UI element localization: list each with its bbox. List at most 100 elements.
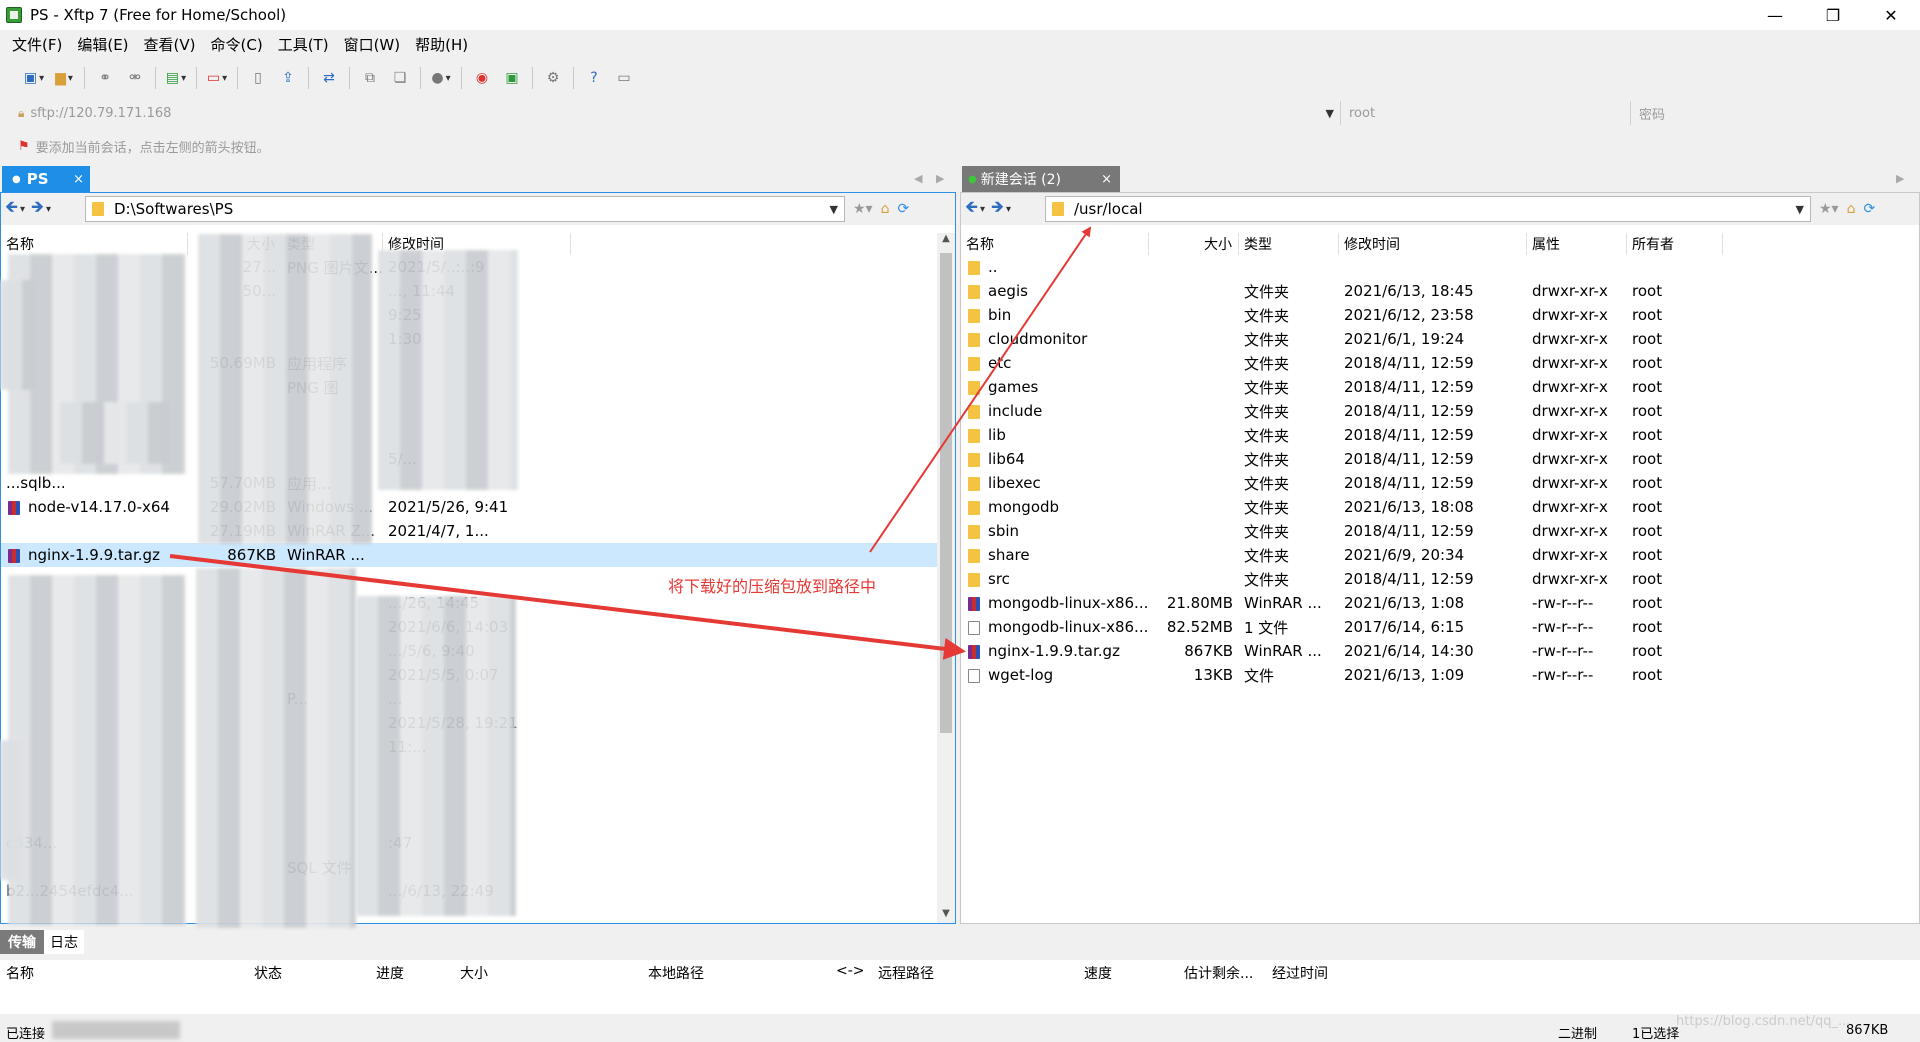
col-modified[interactable]: 修改时间 xyxy=(1339,233,1527,255)
parent-folder-icon[interactable]: ⌂ xyxy=(1847,201,1856,217)
xfer-col-progress[interactable]: 进度 xyxy=(376,963,404,983)
table-row[interactable]: share 文件夹 2021/6/9, 20:34 drwxr-xr-x root xyxy=(961,543,1919,567)
bookmark-icon[interactable]: ⚑ xyxy=(18,139,30,154)
back-dropdown-icon[interactable]: ▾ xyxy=(980,204,985,215)
back-arrow-icon[interactable]: 🡸 xyxy=(965,196,978,223)
col-type[interactable]: 类型 xyxy=(1239,233,1339,255)
table-row[interactable]: games 文件夹 2018/4/11, 12:59 drwxr-xr-x root xyxy=(961,375,1919,399)
menu-tools[interactable]: 工具(T) xyxy=(278,34,329,55)
remote-path-input[interactable]: /usr/local ▼ xyxy=(1045,196,1811,222)
connect-icon[interactable]: ⚭ xyxy=(95,68,115,88)
password-input[interactable]: 密码 xyxy=(1630,101,1910,125)
table-row[interactable]: cloudmonitor 文件夹 2021/6/1, 19:24 drwxr-xr-x… xyxy=(961,327,1919,351)
table-row[interactable]: nginx-1.9.9.tar.gz 867KB WinRAR ... xyxy=(1,543,955,567)
table-row[interactable]: include 文件夹 2018/4/11, 12:59 drwxr-xr-x root xyxy=(961,399,1919,423)
xfer-col-elapsed[interactable]: 经过时间 xyxy=(1272,963,1328,983)
open-folder-icon[interactable]: ▆ xyxy=(54,68,74,88)
scroll-thumb[interactable] xyxy=(940,253,952,733)
new-tab-icon[interactable]: ▤ xyxy=(166,68,186,88)
table-row[interactable]: src 文件夹 2018/4/11, 12:59 drwxr-xr-x root xyxy=(961,567,1919,591)
tab-new-session[interactable]: ● 新建会话 (2) × xyxy=(962,166,1120,192)
menu-view[interactable]: 查看(V) xyxy=(144,34,196,55)
xfer-col-size[interactable]: 大小 xyxy=(460,963,488,983)
table-row[interactable]: etc 文件夹 2018/4/11, 12:59 drwxr-xr-x root xyxy=(961,351,1919,375)
menu-edit[interactable]: 编辑(E) xyxy=(77,34,128,55)
xfer-col-local-path[interactable]: 本地路径 xyxy=(648,963,704,983)
parent-folder-icon[interactable]: ⌂ xyxy=(881,201,890,217)
sync-transfer-icon[interactable]: ⇄ xyxy=(319,68,339,88)
scroll-down-icon[interactable]: ▼ xyxy=(937,908,955,919)
forward-arrow-icon[interactable]: 🡺 xyxy=(31,196,44,223)
favorite-star-icon[interactable]: ★▾ xyxy=(853,201,873,217)
new-file-icon[interactable]: ▯ xyxy=(248,68,268,88)
table-row[interactable]: node-v14.17.0-x6429.02MBWindows ...2021/… xyxy=(1,495,955,519)
local-vertical-scrollbar[interactable]: ▲ ▼ xyxy=(937,233,955,923)
scroll-up-icon[interactable]: ▲ xyxy=(937,233,955,244)
disconnect-icon[interactable]: ⚮ xyxy=(125,68,145,88)
favorite-star-icon[interactable]: ★▾ xyxy=(1819,201,1839,217)
local-path-input[interactable]: D:\Softwares\PS ▼ xyxy=(85,196,845,222)
settings-gear-icon[interactable]: ⚙ xyxy=(543,68,563,88)
col-owner[interactable]: 所有者 xyxy=(1627,233,1723,255)
table-row[interactable]: mongodb-linux-x86... 82.52MB 1 文件 2017/6/14… xyxy=(961,615,1919,639)
table-row[interactable]: mongodb-linux-x86... 21.80MB WinRAR ... 202… xyxy=(961,591,1919,615)
table-row[interactable]: nginx-1.9.9.tar.gz 867KB WinRAR ... 2021/6/… xyxy=(961,639,1919,663)
back-dropdown-icon[interactable]: ▾ xyxy=(20,204,25,215)
refresh-icon[interactable]: ⟳ xyxy=(1863,201,1875,217)
menu-file[interactable]: 文件(F) xyxy=(12,34,62,55)
table-row[interactable]: lib 文件夹 2018/4/11, 12:59 drwxr-xr-x root xyxy=(961,423,1919,447)
menu-command[interactable]: 命令(C) xyxy=(211,34,263,55)
tab-log[interactable]: 日志 xyxy=(44,930,84,954)
xfer-col-remote-path[interactable]: 远程路径 xyxy=(878,963,934,983)
tab-close-icon[interactable]: × xyxy=(73,172,84,187)
paste-icon[interactable]: ❏ xyxy=(390,68,410,88)
host-dropdown-icon[interactable]: ▼ xyxy=(1326,107,1334,120)
xshell-icon[interactable]: ◉ xyxy=(472,68,492,88)
path-dropdown-icon[interactable]: ▼ xyxy=(830,203,838,216)
xfer-col-speed[interactable]: 速度 xyxy=(1084,963,1112,983)
col-size[interactable]: 大小 xyxy=(1149,233,1239,255)
table-row[interactable]: aegis 文件夹 2021/6/13, 18:45 drwxr-xr-x root xyxy=(961,279,1919,303)
maximize-button[interactable]: ❐ xyxy=(1804,0,1862,30)
xfer-col-status[interactable]: 状态 xyxy=(254,963,282,983)
menu-window[interactable]: 窗口(W) xyxy=(344,34,401,55)
close-button[interactable]: ✕ xyxy=(1862,0,1920,30)
table-row[interactable]: libexec 文件夹 2018/4/11, 12:59 drwxr-xr-x root xyxy=(961,471,1919,495)
refresh-icon[interactable]: ⟳ xyxy=(897,201,909,217)
tab-transfer[interactable]: 传输 xyxy=(0,930,44,954)
forward-dropdown-icon[interactable]: ▾ xyxy=(1006,204,1011,215)
tab-scroll-left-icon[interactable]: ◀ xyxy=(914,172,922,185)
back-arrow-icon[interactable]: 🡸 xyxy=(5,196,18,223)
globe-icon[interactable]: ● xyxy=(431,68,451,88)
xfer-col-name[interactable]: 名称 xyxy=(6,963,34,983)
col-name[interactable]: 名称 xyxy=(1,233,188,255)
xfer-col-direction[interactable]: <-> xyxy=(836,963,865,979)
copy-icon[interactable]: ⧉ xyxy=(360,68,380,88)
host-input[interactable]: 🔒︎ sftp://120.79.171.168 ▼ xyxy=(10,101,1340,125)
table-row[interactable]: .. xyxy=(961,255,1919,279)
username-input[interactable]: root xyxy=(1340,101,1630,125)
table-row[interactable]: wget-log 13KB 文件 2021/6/13, 1:09 -rw-r--r-- r… xyxy=(961,663,1919,687)
forward-dropdown-icon[interactable]: ▾ xyxy=(46,204,51,215)
help-icon[interactable]: ? xyxy=(584,68,604,88)
xftp-icon[interactable]: ▣ xyxy=(502,68,522,88)
table-row[interactable]: bin 文件夹 2021/6/12, 23:58 drwxr-xr-x root xyxy=(961,303,1919,327)
tab-scroll-right-icon[interactable]: ▶ xyxy=(1896,172,1904,185)
forward-arrow-icon[interactable]: 🡺 xyxy=(991,196,1004,223)
tab-close-icon[interactable]: × xyxy=(1101,172,1112,187)
xfer-col-remaining[interactable]: 估计剩余... xyxy=(1184,963,1253,983)
new-session-icon[interactable]: ▣ xyxy=(24,68,44,88)
tab-scroll-right-icon[interactable]: ▶ xyxy=(936,172,944,185)
terminal-icon[interactable]: ▭ xyxy=(207,68,227,88)
col-attributes[interactable]: 属性 xyxy=(1527,233,1627,255)
minimize-button[interactable]: — xyxy=(1746,0,1804,30)
table-row[interactable]: lib64 文件夹 2018/4/11, 12:59 drwxr-xr-x root xyxy=(961,447,1919,471)
path-dropdown-icon[interactable]: ▼ xyxy=(1796,203,1804,216)
chat-icon[interactable]: ▭ xyxy=(614,68,634,88)
table-row[interactable]: sbin 文件夹 2018/4/11, 12:59 drwxr-xr-x root xyxy=(961,519,1919,543)
menu-help[interactable]: 帮助(H) xyxy=(415,34,468,55)
table-row[interactable]: mongodb 文件夹 2021/6/13, 18:08 drwxr-xr-x root xyxy=(961,495,1919,519)
tab-ps[interactable]: ● PS × xyxy=(2,166,90,192)
transfer-mode[interactable]: 二进制 xyxy=(1558,1023,1597,1042)
col-name[interactable]: 名称 xyxy=(961,233,1149,255)
